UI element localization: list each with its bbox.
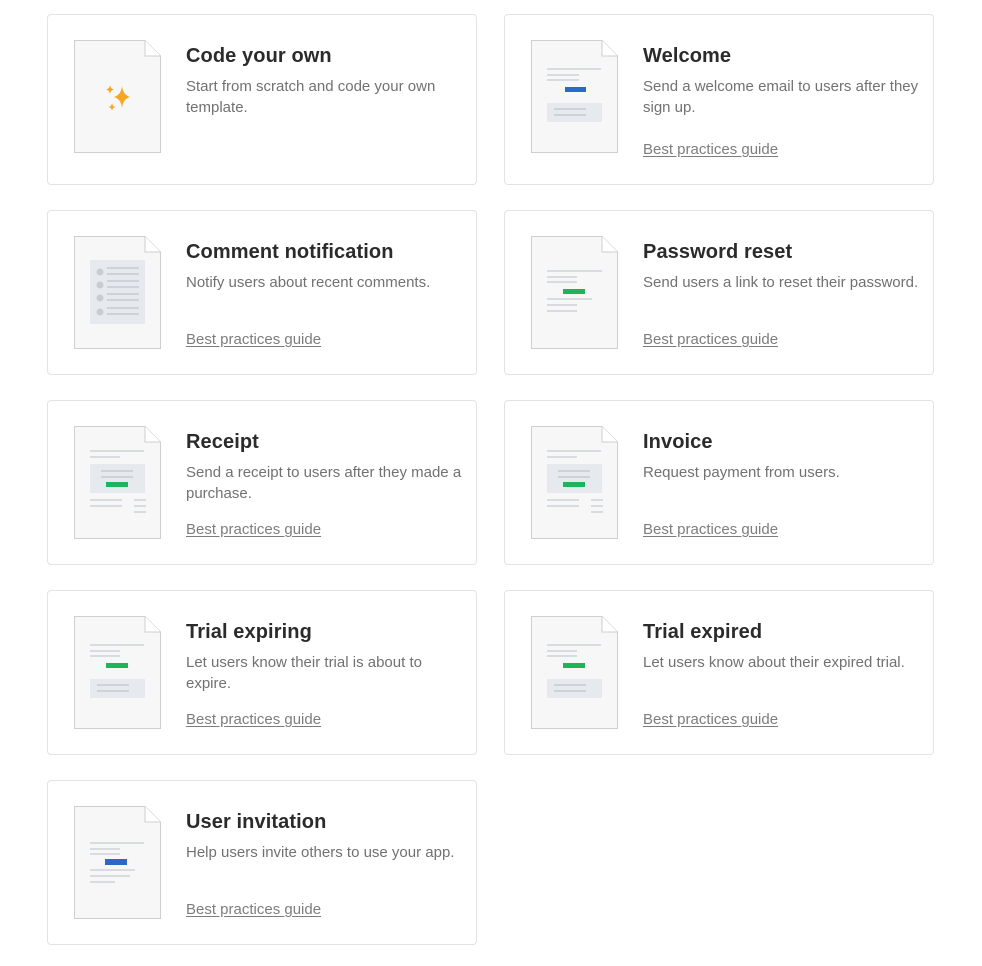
card-description: Send users a link to reset their passwor… (643, 274, 919, 291)
receipt-doc-icon (74, 426, 162, 540)
template-card-code-your-own[interactable]: Code your own Start from scratch and cod… (47, 14, 477, 185)
template-card-user-invitation[interactable]: User invitation Help users invite others… (47, 780, 477, 945)
card-description: Send a receipt to users after they made … (186, 464, 462, 502)
best-practices-link[interactable]: Best practices guide (643, 521, 778, 539)
card-description: Send a welcome email to users after they… (643, 78, 919, 116)
card-description: Request payment from users. (643, 464, 840, 481)
card-title: Invoice (643, 431, 713, 453)
template-card-invoice[interactable]: Invoice Request payment from users. Best… (504, 400, 934, 565)
card-title: Trial expired (643, 621, 763, 643)
card-title: Welcome (643, 45, 732, 67)
trial-expired-doc-icon (531, 616, 619, 730)
best-practices-link[interactable]: Best practices guide (643, 141, 778, 159)
template-card-trial-expiring[interactable]: Trial expiring Let users know their tria… (47, 590, 477, 755)
sparkles-icon (74, 40, 162, 154)
template-card-welcome[interactable]: Welcome Send a welcome email to users af… (504, 14, 934, 185)
best-practices-link[interactable]: Best practices guide (186, 521, 321, 539)
template-card-comment-notification[interactable]: Comment notification Notify users about … (47, 210, 477, 375)
best-practices-link[interactable]: Best practices guide (186, 331, 321, 349)
template-card-trial-expired[interactable]: Trial expired Let users know about their… (504, 590, 934, 755)
password-doc-icon (531, 236, 619, 350)
card-description: Notify users about recent comments. (186, 274, 431, 291)
invoice-doc-icon (531, 426, 619, 540)
card-title: Receipt (186, 431, 259, 453)
card-title: Trial expiring (186, 621, 312, 643)
invitation-doc-icon (74, 806, 162, 920)
card-title: Code your own (186, 45, 332, 67)
card-title: Password reset (643, 241, 793, 263)
card-title: User invitation (186, 811, 327, 833)
best-practices-link[interactable]: Best practices guide (186, 901, 321, 919)
card-description: Help users invite others to use your app… (186, 844, 455, 861)
comment-doc-icon (74, 236, 162, 350)
best-practices-link[interactable]: Best practices guide (643, 711, 778, 729)
card-description: Start from scratch and code your own tem… (186, 78, 436, 116)
card-description: Let users know their trial is about to e… (186, 654, 422, 692)
card-title: Comment notification (186, 241, 394, 263)
welcome-doc-icon (531, 40, 619, 154)
best-practices-link[interactable]: Best practices guide (186, 711, 321, 729)
template-card-password-reset[interactable]: Password reset Send users a link to rese… (504, 210, 934, 375)
trial-expiring-doc-icon (74, 616, 162, 730)
best-practices-link[interactable]: Best practices guide (643, 331, 778, 349)
template-card-receipt[interactable]: Receipt Send a receipt to users after th… (47, 400, 477, 565)
card-description: Let users know about their expired trial… (643, 654, 905, 671)
